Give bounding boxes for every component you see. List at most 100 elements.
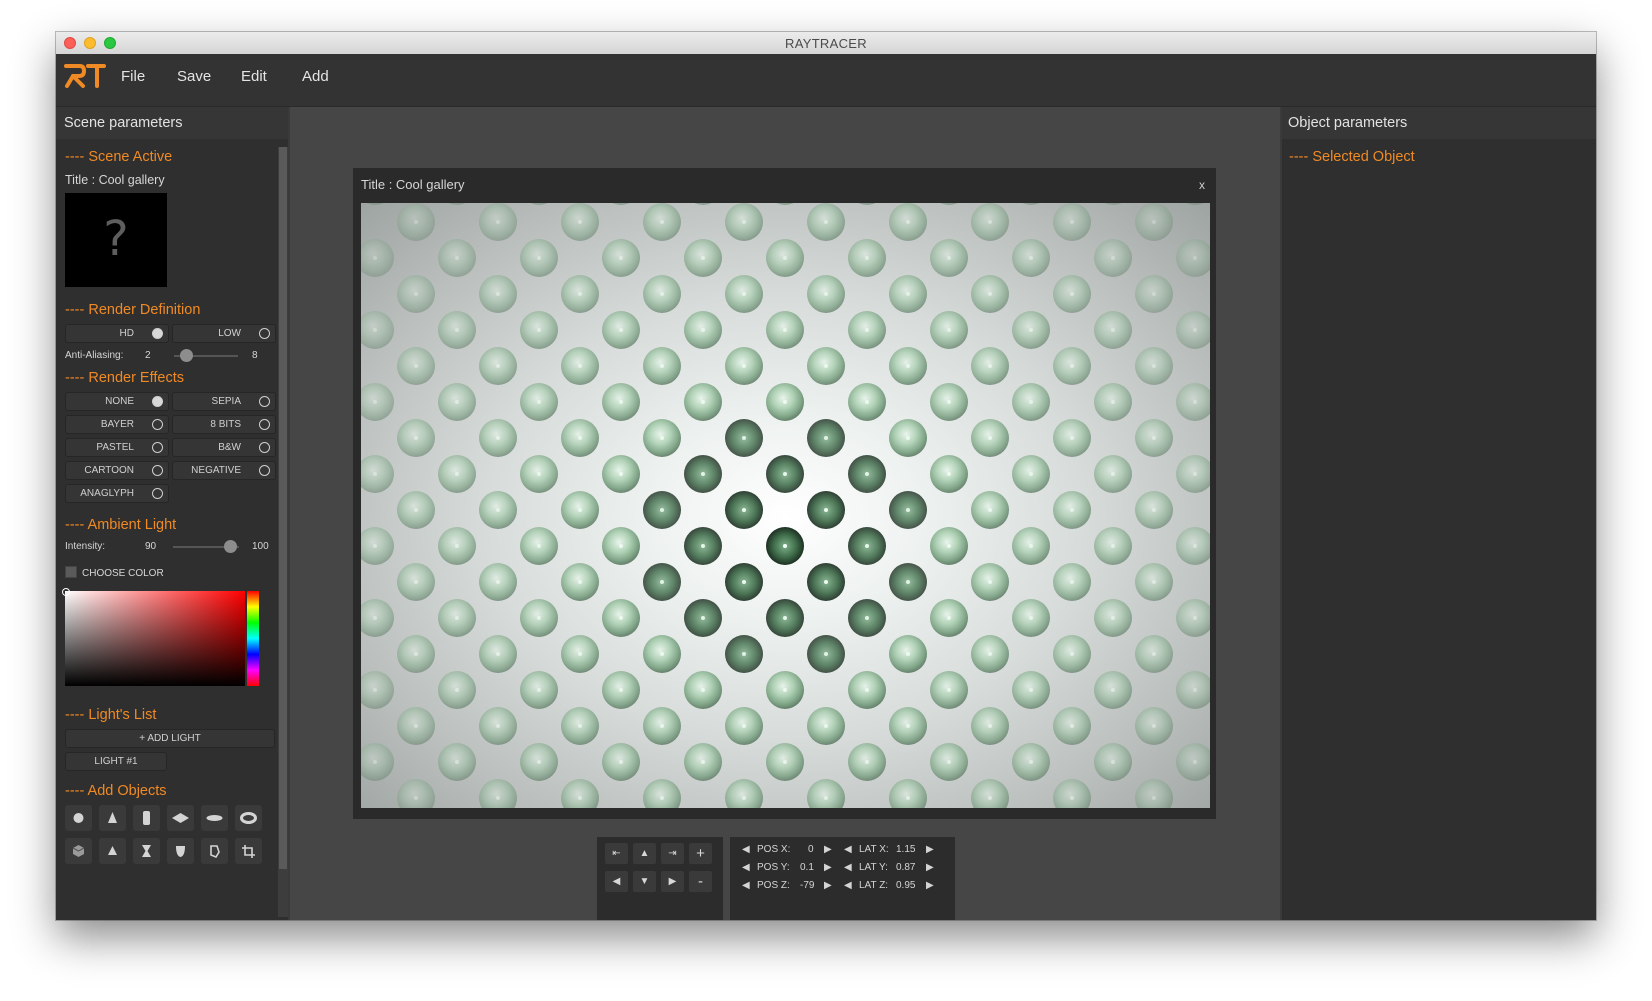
zoom-out-button[interactable]: - [689, 871, 712, 892]
sphere-highlight [1111, 688, 1115, 692]
move-down-button[interactable]: ▼ [633, 871, 656, 892]
add-composed-button[interactable] [201, 838, 228, 864]
sphere-highlight [742, 796, 746, 800]
hue-slider[interactable] [247, 591, 259, 686]
choose-color-checkbox[interactable] [65, 566, 77, 578]
sphere-highlight [865, 400, 869, 404]
effect-none-radio[interactable]: NONE [65, 392, 169, 411]
lat-z-value[interactable]: 0.95 [896, 880, 915, 891]
add-cube-button[interactable] [65, 838, 92, 864]
lat-x-decrement[interactable]: ◀ [844, 844, 852, 855]
add-light-button[interactable]: + ADD LIGHT [65, 729, 275, 748]
sphere-highlight [783, 472, 787, 476]
pos-z-value[interactable]: -79 [800, 880, 814, 891]
sphere-highlight [1193, 544, 1197, 548]
scene-parameters-panel: Scene parameters ---- Scene Active Title… [56, 107, 288, 920]
zoom-in-button[interactable]: + [689, 843, 712, 864]
move-up-button[interactable]: ▲ [633, 843, 656, 864]
sphere-highlight [537, 760, 541, 764]
sphere-highlight [1152, 292, 1156, 296]
pos-y-increment[interactable]: ▶ [824, 862, 832, 873]
effect-negative-radio[interactable]: NEGATIVE [172, 461, 276, 480]
low-label: LOW [218, 328, 241, 339]
add-torus-button[interactable] [235, 805, 262, 831]
sphere-highlight [455, 256, 459, 260]
lat-z-decrement[interactable]: ◀ [844, 880, 852, 891]
add-plane-button[interactable] [167, 805, 194, 831]
add-cylinder-button[interactable] [133, 805, 160, 831]
pos-x-increment[interactable]: ▶ [824, 844, 832, 855]
move-left-button[interactable]: ◀ [605, 871, 628, 892]
scene-thumbnail[interactable]: ? [65, 193, 167, 287]
sphere-highlight [1193, 400, 1197, 404]
add-sphere-button[interactable] [65, 805, 92, 831]
sphere-highlight [414, 652, 418, 656]
add-disk-button[interactable] [201, 805, 228, 831]
effect-bayer-radio[interactable]: BAYER [65, 415, 169, 434]
menu-save[interactable]: Save [177, 68, 211, 85]
sphere [940, 203, 958, 205]
sphere-highlight [1070, 652, 1074, 656]
pos-x-decrement[interactable]: ◀ [742, 844, 750, 855]
add-crop-button[interactable] [235, 838, 262, 864]
intensity-slider-knob[interactable] [224, 540, 237, 553]
add-paraboloid-button[interactable] [167, 838, 194, 864]
effect-bw-radio[interactable]: B&W [172, 438, 276, 457]
pos-z-decrement[interactable]: ◀ [742, 880, 750, 891]
pos-y-value[interactable]: 0.1 [800, 862, 814, 873]
menu-file[interactable]: File [121, 68, 145, 85]
effect-pastel-radio[interactable]: PASTEL [65, 438, 169, 457]
sidebar-scrollbar[interactable] [278, 147, 288, 917]
move-right-button[interactable]: ▶ [661, 871, 684, 892]
render-definition-title: ---- Render Definition [65, 302, 201, 318]
intensity-max: 100 [252, 541, 269, 552]
light-item[interactable]: LIGHT #1 [65, 752, 167, 771]
scrollbar-thumb[interactable] [279, 147, 287, 869]
color-picker-area[interactable] [62, 588, 245, 686]
anti-aliasing-value: 2 [145, 350, 151, 361]
lat-x-value[interactable]: 1.15 [896, 844, 915, 855]
menu-add[interactable]: Add [302, 68, 329, 85]
pos-z-increment[interactable]: ▶ [824, 880, 832, 891]
sphere-highlight [1029, 688, 1033, 692]
color-picker-cursor[interactable] [62, 588, 70, 596]
effect-sepia-radio[interactable]: SEPIA [172, 392, 276, 411]
add-hourglass-button[interactable] [133, 838, 160, 864]
sphere-highlight [414, 796, 418, 800]
low-radio[interactable]: LOW [172, 324, 276, 343]
anti-aliasing-slider-knob[interactable] [180, 349, 193, 362]
effect-8bits-radio[interactable]: 8 BITS [172, 415, 276, 434]
effect-label: CARTOON [84, 465, 134, 476]
effect-label: NONE [105, 396, 134, 407]
pos-x-value[interactable]: 0 [808, 844, 814, 855]
radio-icon [152, 328, 163, 339]
effect-anaglyph-radio[interactable]: ANAGLYPH [65, 484, 169, 503]
sphere [361, 599, 394, 637]
lat-z-increment[interactable]: ▶ [926, 880, 934, 891]
lat-y-decrement[interactable]: ◀ [844, 862, 852, 873]
rotate-left-button[interactable]: ⇤ [605, 843, 628, 864]
pos-y-decrement[interactable]: ◀ [742, 862, 750, 873]
question-mark-icon: ? [103, 211, 129, 267]
lat-x-increment[interactable]: ▶ [926, 844, 934, 855]
radio-icon [259, 442, 270, 453]
menu-edit[interactable]: Edit [241, 68, 267, 85]
sphere-highlight [1070, 364, 1074, 368]
sphere-highlight [578, 796, 582, 800]
lat-y-value[interactable]: 0.87 [896, 862, 915, 873]
lat-y-increment[interactable]: ▶ [926, 862, 934, 873]
close-render-button[interactable]: x [1199, 178, 1205, 192]
add-pyramid-button[interactable] [99, 838, 126, 864]
add-cone-button[interactable] [99, 805, 126, 831]
effect-cartoon-radio[interactable]: CARTOON [65, 461, 169, 480]
sphere-highlight [1111, 400, 1115, 404]
hd-radio[interactable]: HD [65, 324, 169, 343]
sphere-highlight [414, 724, 418, 728]
sphere-highlight [660, 508, 664, 512]
rotate-right-button[interactable]: ⇥ [661, 843, 684, 864]
sphere-highlight [619, 328, 623, 332]
sphere-highlight [660, 436, 664, 440]
render-image[interactable] [361, 203, 1210, 808]
app-window: RAYTRACER File Save Edit Add Scene param… [56, 32, 1596, 920]
pyramid-icon [108, 846, 117, 855]
